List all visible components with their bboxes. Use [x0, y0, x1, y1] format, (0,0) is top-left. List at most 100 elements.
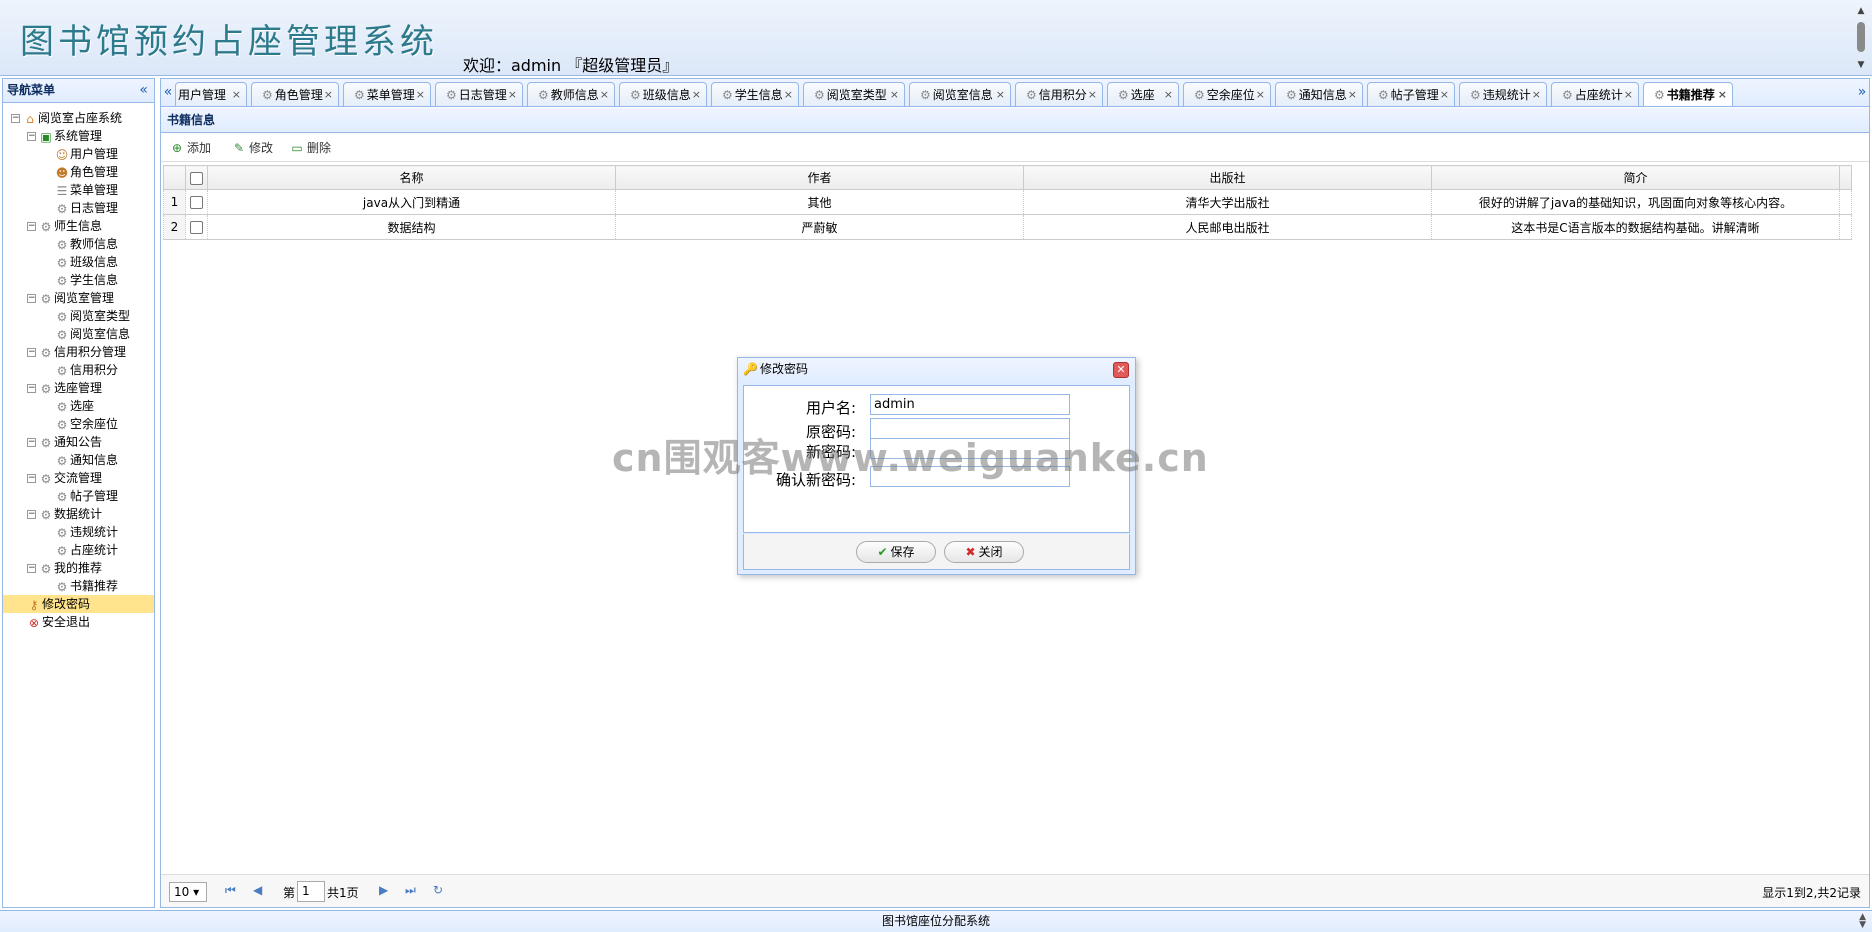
last-page-icon[interactable]: ⏭	[405, 883, 416, 898]
column-header[interactable]: 名称	[207, 165, 616, 190]
save-button[interactable]: ✔ 保存	[856, 541, 936, 563]
nav-item[interactable]: ☻ 角色管理	[3, 163, 154, 181]
nav-item[interactable]: − ⚙ 信用积分管理	[3, 343, 154, 361]
page-size-select[interactable]: 10 ▾	[169, 882, 207, 902]
column-header[interactable]: 简介	[1431, 165, 1840, 190]
tab[interactable]: ⚙ 书籍推荐 ×	[1643, 82, 1733, 106]
nav-item[interactable]: ⚙ 帖子管理	[3, 487, 154, 505]
nav-item[interactable]: ⚙ 选座	[3, 397, 154, 415]
tab-close-icon[interactable]: ×	[1088, 83, 1097, 106]
username-field[interactable]: admin	[870, 394, 1070, 415]
tab[interactable]: ⚙ 班级信息 ×	[619, 82, 707, 106]
tab[interactable]: ⚙ 教师信息 ×	[527, 82, 615, 106]
tab[interactable]: 用户管理 ×	[175, 82, 247, 106]
nav-item[interactable]: − ▣ 系统管理	[3, 127, 154, 145]
nav-item[interactable]: ⚙ 阅览室类型	[3, 307, 154, 325]
tree-toggle-icon[interactable]: −	[27, 384, 36, 393]
nav-item[interactable]: ☰ 菜单管理	[3, 181, 154, 199]
prev-page-icon[interactable]: ◀	[253, 883, 262, 897]
tab-close-icon[interactable]: ×	[232, 83, 241, 106]
new-password-field[interactable]	[870, 438, 1070, 459]
nav-item[interactable]: ⚙ 通知信息	[3, 451, 154, 469]
tab-close-icon[interactable]: ×	[1624, 83, 1633, 106]
nav-item[interactable]: ⚙ 学生信息	[3, 271, 154, 289]
tab-close-icon[interactable]: ×	[324, 83, 333, 106]
tab-close-icon[interactable]: ×	[1256, 83, 1265, 106]
edit-button[interactable]: ✎ 修改	[231, 140, 273, 156]
tree-toggle-icon[interactable]: −	[27, 348, 36, 357]
tab-close-icon[interactable]: ×	[692, 83, 701, 106]
tree-toggle-icon[interactable]: −	[27, 132, 36, 141]
nav-item[interactable]: ⚙ 书籍推荐	[3, 577, 154, 595]
tab[interactable]: ⚙ 选座 ×	[1107, 82, 1179, 106]
nav-item[interactable]: − ⌂ 阅览室占座系统	[3, 109, 154, 127]
tab-close-icon[interactable]: ×	[784, 83, 793, 106]
footer-scroll-icon[interactable]: ▲ ▼	[1859, 913, 1866, 930]
confirm-password-field[interactable]	[870, 466, 1070, 487]
nav-item[interactable]: ⚙ 空余座位	[3, 415, 154, 433]
tab[interactable]: ⚙ 占座统计 ×	[1551, 82, 1639, 106]
tab-close-icon[interactable]: ×	[1440, 83, 1449, 106]
row-checkbox[interactable]	[190, 221, 203, 234]
collapse-icon[interactable]: «	[139, 79, 148, 102]
tab[interactable]: ⚙ 学生信息 ×	[711, 82, 799, 106]
nav-item[interactable]: ☺ 用户管理	[3, 145, 154, 163]
nav-item[interactable]: ⚙ 教师信息	[3, 235, 154, 253]
tab-close-icon[interactable]: ×	[508, 83, 517, 106]
page-number-input[interactable]: 1	[297, 881, 325, 902]
table-row[interactable]: 2 数据结构 严蔚敏 人民邮电出版社 这本书是C语言版本的数据结构基础。讲解清晰	[163, 214, 1852, 240]
row-checkbox[interactable]	[190, 196, 203, 209]
old-password-field[interactable]	[870, 418, 1070, 439]
add-button[interactable]: ⊕ 添加	[169, 140, 211, 156]
tab[interactable]: ⚙ 信用积分 ×	[1015, 82, 1103, 106]
tab-close-icon[interactable]: ×	[1718, 83, 1727, 106]
tab[interactable]: ⚙ 阅览室信息 ×	[909, 82, 1011, 106]
first-page-icon[interactable]: ⏮	[225, 883, 236, 898]
scroll-down-arrow-icon[interactable]: ▼	[1856, 60, 1866, 70]
scrollbar-thumb[interactable]	[1857, 22, 1865, 52]
tree-toggle-icon[interactable]: −	[27, 438, 36, 447]
column-header[interactable]: 作者	[615, 165, 1024, 190]
tab-close-icon[interactable]: ×	[1532, 83, 1541, 106]
tab[interactable]: ⚙ 空余座位 ×	[1183, 82, 1271, 106]
nav-item[interactable]: − ⚙ 阅览室管理	[3, 289, 154, 307]
delete-button[interactable]: ▭ 删除	[289, 140, 331, 156]
tree-toggle-icon[interactable]: −	[27, 474, 36, 483]
tab[interactable]: ⚙ 违规统计 ×	[1459, 82, 1547, 106]
nav-item[interactable]: ⚷ 修改密码	[3, 595, 154, 613]
close-button[interactable]: ✖ 关闭	[944, 541, 1024, 563]
dialog-close-icon[interactable]: ✕	[1113, 362, 1129, 378]
tab-close-icon[interactable]: ×	[600, 83, 609, 106]
tab-scroll-right-icon[interactable]: »	[1855, 79, 1869, 106]
nav-item[interactable]: − ⚙ 通知公告	[3, 433, 154, 451]
tree-toggle-icon[interactable]: −	[11, 114, 20, 123]
next-page-icon[interactable]: ▶	[379, 883, 388, 897]
nav-item[interactable]: ⚙ 信用积分	[3, 361, 154, 379]
tab-close-icon[interactable]: ×	[996, 83, 1005, 106]
table-row[interactable]: 1 java从入门到精通 其他 清华大学出版社 很好的讲解了java的基础知识，…	[163, 189, 1852, 215]
nav-item[interactable]: − ⚙ 选座管理	[3, 379, 154, 397]
tab-close-icon[interactable]: ×	[1348, 83, 1357, 106]
tab[interactable]: ⚙ 菜单管理 ×	[343, 82, 431, 106]
tree-toggle-icon[interactable]: −	[27, 510, 36, 519]
tree-toggle-icon[interactable]: −	[27, 294, 36, 303]
nav-item[interactable]: − ⚙ 师生信息	[3, 217, 154, 235]
tree-toggle-icon[interactable]: −	[27, 222, 36, 231]
nav-item[interactable]: ⚙ 日志管理	[3, 199, 154, 217]
nav-item[interactable]: ⚙ 违规统计	[3, 523, 154, 541]
select-all-checkbox[interactable]	[190, 171, 203, 185]
nav-item[interactable]: ⚙ 班级信息	[3, 253, 154, 271]
nav-item[interactable]: ⚙ 占座统计	[3, 541, 154, 559]
tab-close-icon[interactable]: ×	[1164, 83, 1173, 106]
refresh-icon[interactable]: ↻	[433, 883, 443, 897]
tab[interactable]: ⚙ 帖子管理 ×	[1367, 82, 1455, 106]
tab-scroll-left-icon[interactable]: «	[161, 79, 175, 106]
tab-close-icon[interactable]: ×	[890, 83, 899, 106]
tab[interactable]: ⚙ 阅览室类型 ×	[803, 82, 905, 106]
nav-item[interactable]: ⊗ 安全退出	[3, 613, 154, 631]
tree-toggle-icon[interactable]: −	[27, 564, 36, 573]
scroll-up-arrow-icon[interactable]: ▲	[1856, 6, 1866, 16]
tab[interactable]: ⚙ 通知信息 ×	[1275, 82, 1363, 106]
nav-item[interactable]: − ⚙ 我的推荐	[3, 559, 154, 577]
tab-close-icon[interactable]: ×	[416, 83, 425, 106]
